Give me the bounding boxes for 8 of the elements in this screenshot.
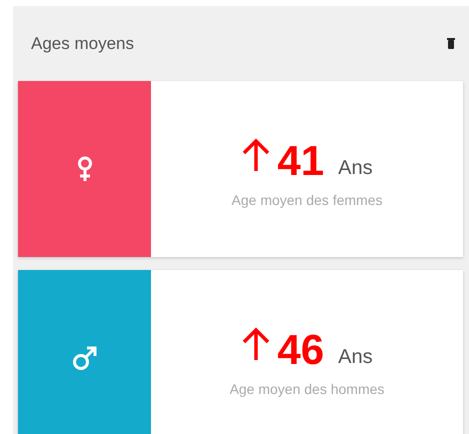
age-value: 46 [277,329,324,371]
age-value: 41 [277,140,324,182]
age-unit: Ans [338,346,373,369]
panel-title: Ages moyens [31,34,134,54]
stat-caption: Age moyen des femmes [232,192,382,208]
delete-icon[interactable] [447,38,455,49]
stat-caption: Age moyen des hommes [230,381,384,397]
age-unit: Ans [338,157,373,180]
